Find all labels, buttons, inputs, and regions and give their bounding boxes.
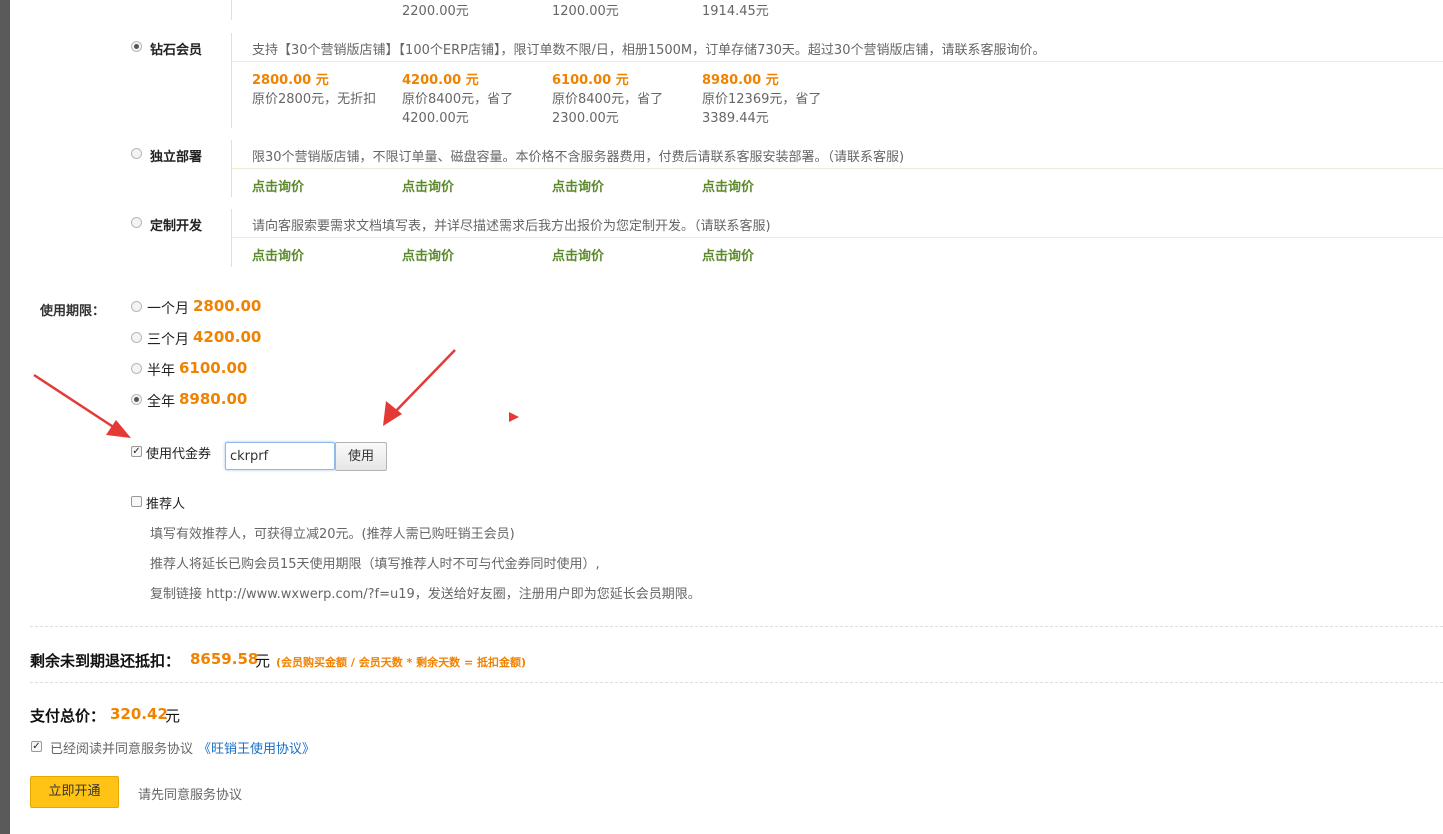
agree-hint: 请先同意服务协议 [138, 788, 243, 803]
section-divider [30, 626, 1443, 627]
agreement-link[interactable]: 《旺销王使用协议》 [198, 738, 315, 757]
section-divider [30, 682, 1443, 683]
total-label: 支付总价： [30, 707, 106, 725]
refund-formula: (会员购买金额 / 会员天数 * 剩余天数 = 抵扣金额) [276, 656, 527, 669]
total-unit: 元 [165, 707, 181, 725]
cursor-triangle-icon [509, 412, 519, 422]
refund-unit: 元 [255, 652, 271, 670]
total-amount: 320.42 [110, 705, 168, 723]
annotation-arrows [33, 349, 519, 438]
agreement-checkbox[interactable]: ✓ [31, 741, 42, 752]
arrow-icon [383, 349, 456, 426]
agreement-text[interactable]: 已经阅读并同意服务协议 [50, 738, 193, 757]
open-now-button[interactable]: 立即开通 [30, 776, 119, 808]
arrow-icon [33, 373, 131, 438]
refund-label: 剩余未到期退还抵扣： [30, 652, 181, 670]
refund-amount: 8659.58 [190, 650, 259, 668]
